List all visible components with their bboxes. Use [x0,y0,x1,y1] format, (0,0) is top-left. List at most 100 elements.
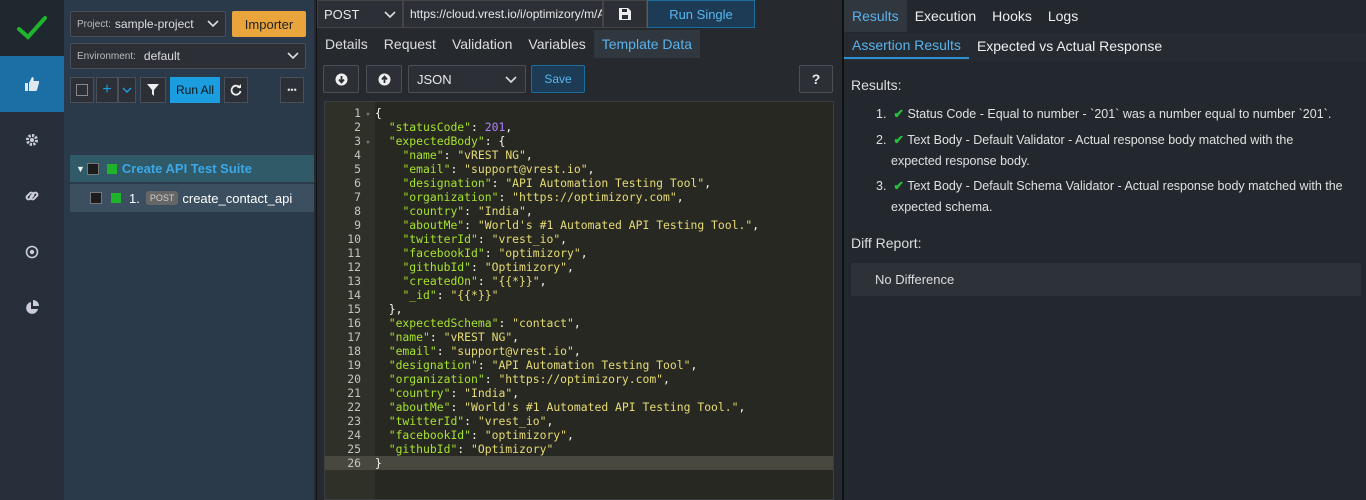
code-text: "designation": "API Automation Testing T… [402,176,712,190]
code-line: 17 "name": "vREST NG", [325,330,833,344]
result-number: 3. [876,179,887,193]
line-number: 17 [347,330,361,344]
nav-reports[interactable] [0,280,64,336]
check-icon: ✔ [893,107,904,121]
project-select[interactable]: Project: sample-project [70,11,226,37]
request-tabs: Details Request Validation Variables Tem… [317,30,841,58]
results-heading: Results: [851,77,902,93]
run-single-button[interactable]: Run Single [647,0,755,28]
link-icon [25,191,39,201]
gear-icon [26,134,38,146]
diff-report-box: No Difference [851,263,1361,296]
code-line: 16 "expectedSchema": "contact", [325,316,833,330]
result-number: 2. [876,133,887,147]
line-number: 7 [354,190,361,204]
line-number: 10 [347,232,361,246]
method-select[interactable]: POST [317,0,403,28]
tab-details[interactable]: Details [317,30,376,58]
filter-button[interactable] [140,77,166,103]
save-request-button[interactable] [603,0,647,28]
code-text: { [375,106,382,120]
tab-expected-vs-actual[interactable]: Expected vs Actual Response [969,33,1170,59]
environment-select[interactable]: Environment: default [70,43,306,69]
nav-thumbs-up[interactable] [0,56,64,112]
code-line: 18 "email": "support@vrest.io", [325,344,833,358]
tab-template-data[interactable]: Template Data [593,30,701,58]
code-editor[interactable]: 1 ▾{2 "statusCode": 201, 3 ▾ "expectedBody"… [324,101,834,500]
result-text-cont: expected schema. [891,200,993,214]
request-editor-panel: POST https://cloud.vrest.io/i/optimizory… [316,0,841,500]
diff-report-value: No Difference [875,272,955,287]
add-test-button[interactable]: + [96,77,118,103]
results-panel: Results Execution Hooks Logs Assertion R… [842,0,1366,500]
tab-execution[interactable]: Execution [907,0,984,32]
run-all-button[interactable]: Run All [170,77,220,103]
tab-request[interactable]: Request [376,30,444,58]
help-button[interactable]: ? [799,65,833,93]
suite-name[interactable]: Create API Test Suite [122,161,252,176]
add-options-button[interactable] [118,77,136,103]
chevron-down-icon [287,49,299,63]
test-case-checkbox[interactable] [90,192,102,204]
code-line: 12 "githubId": "Optimizory", [325,260,833,274]
chevron-down-icon [384,7,396,22]
arrow-down-circle-icon [335,73,347,85]
code-text: "name": "vREST NG", [388,330,520,344]
result-number: 1. [876,107,887,121]
code-text: "email": "support@vrest.io", [402,162,595,176]
nav-settings[interactable] [0,112,64,168]
environment-value: default [143,49,180,63]
test-case-row[interactable]: 1. POST create_contact_api [70,184,314,212]
checkmark-logo-icon [17,16,47,40]
code-line: 5 "email": "support@vrest.io", [325,162,833,176]
save-button[interactable]: Save [531,65,585,93]
nav-target[interactable] [0,224,64,280]
refresh-button[interactable] [224,77,248,103]
code-text: "designation": "API Automation Testing T… [388,358,698,372]
suite-checkbox[interactable] [86,162,99,175]
code-line: 10 "twitterId": "vrest_io", [325,232,833,246]
tab-logs[interactable]: Logs [1040,0,1086,32]
code-text: "statusCode": 201, [388,120,513,134]
line-number: 4 [354,148,361,162]
app-logo[interactable] [0,0,64,56]
code-line: 25 "githubId": "Optimizory" [325,442,833,456]
code-line: 3 ▾ "expectedBody": { [325,134,833,148]
method-value: POST [324,6,360,22]
result-text-cont: expected response body. [891,154,1030,168]
test-suite-panel: Project: sample-project Importer Environ… [64,0,314,500]
tab-validation[interactable]: Validation [444,30,520,58]
code-line: 26 } [325,456,833,470]
tab-results[interactable]: Results [844,0,907,32]
code-line: 11 "facebookId": "optimizory", [325,246,833,260]
code-line: 19 "designation": "API Automation Testin… [325,358,833,372]
code-text: "facebookId": "optimizory", [402,246,588,260]
line-number: 2 [354,120,361,134]
code-text: "_id": "{{*}}" [402,288,499,302]
chevron-down-icon [505,72,517,87]
tab-variables[interactable]: Variables [520,30,593,58]
code-text: "email": "support@vrest.io", [388,344,581,358]
line-number: 15 [347,302,361,316]
suite-row[interactable]: ▼ Create API Test Suite [70,155,314,182]
line-number: 18 [347,344,361,358]
format-select[interactable]: JSON [408,65,526,93]
code-line: 4 "name": "vREST NG", [325,148,833,162]
result-tabs: Results Execution Hooks Logs [844,0,1086,32]
code-line: 21 "country": "India", [325,386,833,400]
tab-hooks[interactable]: Hooks [984,0,1040,32]
select-all-checkbox[interactable] [70,77,94,103]
url-input[interactable]: https://cloud.vrest.io/i/optimizory/m/AP… [403,0,603,28]
importer-button[interactable]: Importer [232,11,306,37]
code-line: 22 "aboutMe": "World's #1 Automated API … [325,400,833,414]
upload-button[interactable] [366,65,402,93]
more-options-button[interactable]: ••• [280,77,304,103]
download-button[interactable] [323,65,359,93]
line-number: 24 [347,428,361,442]
pie-chart-icon [26,300,39,314]
check-icon: ✔ [893,133,904,147]
line-number: 6 [354,176,361,190]
nav-links[interactable] [0,168,64,224]
tab-assertion-results[interactable]: Assertion Results [844,33,969,59]
environment-label: Environment: [77,50,136,62]
